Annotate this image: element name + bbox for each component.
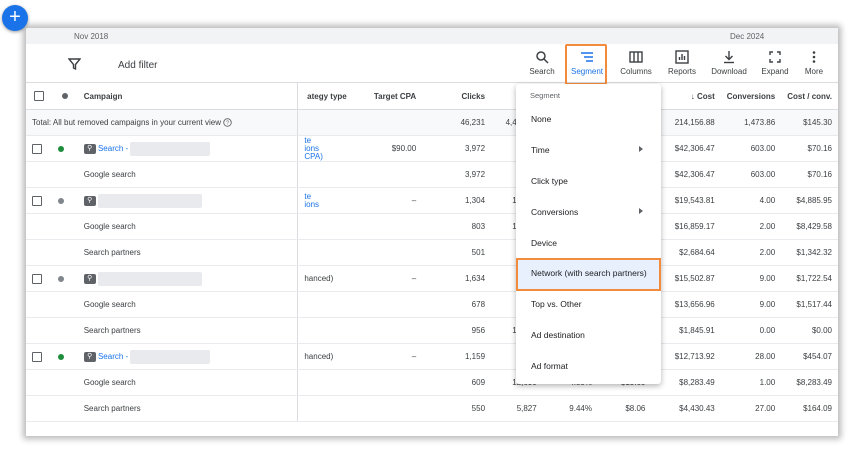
download-button[interactable]: Download (708, 50, 750, 80)
submenu-arrow-icon (639, 208, 643, 214)
search-icon (528, 50, 556, 66)
filter-icon[interactable] (67, 57, 82, 75)
search-campaign-icon: ⚲ (83, 351, 96, 362)
more-icon (800, 50, 828, 66)
enabled-status-icon (57, 145, 64, 152)
columns-icon (618, 50, 654, 66)
table-header-row: Campaign ategy type Target CPA Clicks Im… (26, 83, 838, 110)
search-campaign-icon: ⚲ (83, 195, 96, 206)
reports-button[interactable]: Reports (664, 50, 700, 80)
segment-row: Search partners 501 33,0 $2,684.64 2.00 … (26, 239, 838, 266)
download-icon (708, 50, 750, 66)
paused-status-icon (57, 275, 64, 282)
campaign-header[interactable]: Campaign (77, 83, 299, 110)
help-icon[interactable]: ? (223, 118, 232, 127)
reports-icon (664, 50, 700, 66)
sort-down-icon: ↓ (690, 91, 695, 101)
bid-strategy-header[interactable]: ategy type (297, 83, 353, 110)
row-checkbox[interactable] (26, 265, 52, 292)
add-filter-button[interactable]: Add filter (118, 60, 157, 71)
redacted-name (130, 349, 211, 364)
create-plus-button[interactable]: + (2, 5, 28, 31)
segment-highlight-box (565, 44, 607, 85)
table-row: ⚲ Search - hanced) – 1,159 18,51 $12,713… (26, 343, 838, 370)
submenu-arrow-icon (639, 146, 643, 152)
paused-status-icon (57, 197, 64, 204)
clicks-header[interactable]: Clicks (422, 83, 492, 110)
target-cpa-header[interactable]: Target CPA (352, 83, 423, 110)
campaign-name-cell[interactable]: ⚲ (77, 187, 299, 214)
row-checkbox[interactable] (26, 343, 52, 370)
search-campaign-icon: ⚲ (83, 143, 96, 154)
more-button[interactable]: More (800, 50, 828, 80)
expand-icon (758, 50, 792, 66)
conversions-header[interactable]: Conversions (720, 83, 782, 110)
segment-row: Google search 609 12,690 4.80% $13.60 $8… (26, 369, 838, 396)
campaigns-table: Campaign ategy type Target CPA Clicks Im… (26, 83, 838, 422)
redacted-name (97, 271, 202, 286)
segment-option-ad-destination[interactable]: Ad destination (516, 320, 661, 350)
ads-campaigns-view: Nov 2018 Dec 2024 Add filter Search Segm… (26, 28, 838, 436)
segment-menu: Segment None Time Click type Conversions… (516, 84, 661, 384)
expand-button[interactable]: Expand (758, 50, 792, 80)
segment-option-conversions[interactable]: Conversions (516, 197, 661, 227)
plus-icon: + (9, 6, 21, 28)
segment-option-top-vs-other[interactable]: Top vs. Other (516, 289, 661, 319)
segment-option-time[interactable]: Time (516, 135, 661, 165)
select-all-checkbox[interactable] (26, 83, 52, 110)
segment-row: Google search 678 20,23 $13,656.96 9.00 … (26, 291, 838, 318)
segment-menu-header: Segment (530, 91, 561, 100)
redacted-name (130, 141, 211, 156)
segment-option-none[interactable]: None (516, 104, 661, 134)
table-row: ⚲ hanced) – 1,634 171,9 $15,502.87 9.00 … (26, 265, 838, 292)
table-toolbar: Add filter Search Segment Columns Report… (26, 44, 838, 83)
cost-header[interactable]: ↓ Cost (651, 83, 721, 110)
total-label: Total: All but removed campaigns in your… (32, 117, 221, 127)
status-dot-icon (61, 93, 68, 100)
timeline-end: Dec 2024 (730, 32, 765, 41)
enabled-status-icon (57, 353, 64, 360)
table-row: ⚲ Search - te ions CPA) $90.00 3,972 98,… (26, 135, 838, 162)
redacted-name (97, 193, 202, 208)
total-row: Total: All but removed campaigns in your… (26, 109, 838, 136)
timeline-start: Nov 2018 (74, 32, 109, 41)
segment-option-device[interactable]: Device (516, 228, 661, 258)
segment-row: Search partners 550 5,827 9.44% $8.06 $4… (26, 395, 838, 422)
columns-button[interactable]: Columns (618, 50, 654, 80)
segment-row: Google search 803 101,68 $16,859.17 2.00… (26, 213, 838, 240)
row-checkbox[interactable] (26, 135, 52, 162)
cost-per-conv-header[interactable]: Cost / conv. (781, 83, 838, 110)
campaign-name-cell[interactable]: ⚲ Search - (77, 343, 299, 370)
campaign-name-cell[interactable]: ⚲ Search - (77, 135, 299, 162)
row-checkbox[interactable] (26, 187, 52, 214)
campaign-name-cell[interactable]: ⚲ (77, 265, 299, 292)
search-button[interactable]: Search (528, 50, 556, 80)
segment-row: Google search 3,972 98,58 $42,306.47 603… (26, 161, 838, 188)
date-range-timeline[interactable]: Nov 2018 Dec 2024 (26, 28, 838, 44)
segment-row: Search partners 956 151,70 $1,845.91 0.0… (26, 317, 838, 344)
table-row: ⚲ te ions – 1,304 134,71 $19,543.81 4.00… (26, 187, 838, 214)
segment-option-click-type[interactable]: Click type (516, 166, 661, 196)
status-header (51, 83, 78, 110)
search-campaign-icon: ⚲ (83, 273, 96, 284)
segment-option-network[interactable]: Network (with search partners) (516, 258, 661, 291)
segment-option-ad-format[interactable]: Ad format (516, 351, 661, 381)
